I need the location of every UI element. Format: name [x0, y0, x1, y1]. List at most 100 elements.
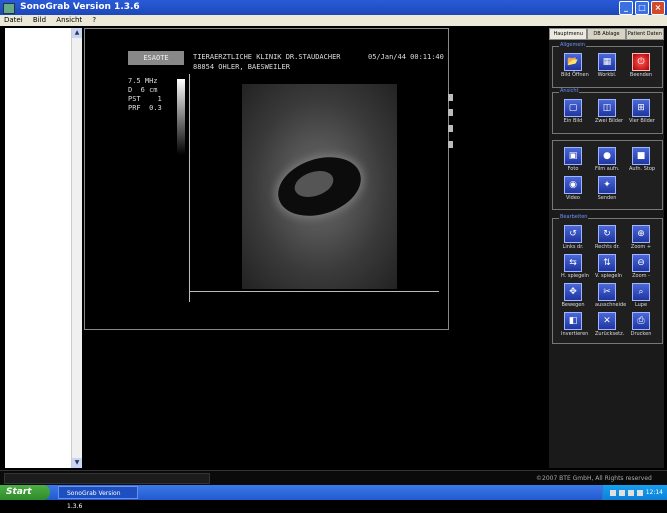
ultrasound-viewer[interactable]: ESAOTE TIERAERZTLICHE KLINIK DR.STAUDACH…	[84, 28, 453, 330]
button-label: Zoom -	[632, 273, 650, 279]
button-label: H. spiegeln	[561, 273, 589, 279]
minimize-button[interactable]: _	[619, 1, 633, 15]
stop-button[interactable]: ■ Aufn. Stop	[629, 147, 656, 173]
quad-view-button[interactable]: ⊞ Vier Bilder	[629, 99, 655, 125]
maximize-button[interactable]: □	[635, 1, 649, 15]
video-button[interactable]: ◉ Video	[561, 176, 585, 202]
tab-patient-daten[interactable]: Patient Daten	[625, 28, 664, 40]
camera-icon: ▣	[564, 147, 582, 165]
move-icon: ✥	[564, 283, 582, 301]
button-label: Workbl.	[597, 72, 617, 78]
group-allgemein: Allgemein 📂 Bild Öffnen ▦ Workbl. ⏻ Beenden	[552, 42, 663, 88]
zoom-out-icon: ⊖	[632, 254, 650, 272]
single-view-button[interactable]: ▢ Ein Bild	[561, 99, 585, 125]
tab-db-ablage[interactable]: DB Ablage	[587, 28, 626, 40]
focus-marker	[448, 141, 453, 148]
tray-icon[interactable]	[627, 489, 634, 496]
image-list-panel[interactable]	[5, 28, 76, 468]
invert-icon: ◧	[564, 312, 582, 330]
print-button[interactable]: ⎙ Drucken	[629, 312, 653, 338]
scroll-up-icon[interactable]: ▲	[72, 28, 82, 38]
button-label: Links dr.	[562, 244, 584, 250]
magnifier-button[interactable]: ⌕ Lupe	[629, 283, 653, 309]
clinic-line-1: TIERAERZTLICHE KLINIK DR.STAUDACHER	[193, 53, 341, 61]
grid-button[interactable]: ▦ Workbl.	[595, 53, 619, 79]
title-bar: SonoGrab Version 1.3.6 _ □ ×	[0, 0, 667, 15]
scan-param-prf: PRF 0.3	[128, 104, 162, 112]
menu-bild[interactable]: Bild	[33, 16, 46, 24]
rotate-right-button[interactable]: ↻ Rechts dr.	[595, 225, 620, 251]
button-label: Zurücksetz.	[595, 331, 625, 337]
button-label: Ein Bild	[563, 118, 583, 124]
folder-open-icon: 📂	[564, 53, 582, 71]
folder-open-button[interactable]: 📂 Bild Öffnen	[561, 53, 589, 79]
depth-axis	[189, 74, 190, 302]
button-label: Invertieren	[561, 331, 589, 337]
power-button[interactable]: ⏻ Beenden	[629, 53, 653, 79]
scroll-down-icon[interactable]: ▼	[72, 458, 82, 468]
camera-button[interactable]: ▣ Foto	[561, 147, 585, 173]
zoom-in-button[interactable]: ⊕ Zoom +	[629, 225, 653, 251]
send-icon: ✦	[598, 176, 616, 194]
button-label: Film aufn.	[595, 166, 620, 172]
menu-datei[interactable]: Datei	[4, 16, 23, 24]
record-button[interactable]: ● Film aufn.	[595, 147, 620, 173]
close-button[interactable]: ×	[651, 1, 665, 15]
group-bearbeiten: Bearbeiten ↺ Links dr. ↻ Rechts dr. ⊕ Zoom + ⇆…	[552, 214, 663, 344]
tray-icon[interactable]	[610, 489, 617, 496]
group-ansicht: Ansicht ▢ Ein Bild ◫ Zwei Bilder ⊞ Vier Bilde…	[552, 88, 663, 134]
group-title: Ansicht	[559, 88, 580, 94]
clinic-line-2: 88854 OHLER, BAESWEILER	[193, 63, 290, 71]
button-label: Vier Bilder	[629, 118, 655, 124]
video-icon: ◉	[564, 176, 582, 194]
list-scrollbar[interactable]: ▲ ▼	[71, 28, 82, 468]
menu-bar: Datei Bild Ansicht ?	[0, 15, 667, 26]
mirror-v-button[interactable]: ⇅ V. spiegeln	[595, 254, 623, 280]
dual-view-button[interactable]: ◫ Zwei Bilder	[595, 99, 623, 125]
tab-hauptmenu[interactable]: Hauptmenu	[549, 28, 588, 40]
magnifier-icon: ⌕	[632, 283, 650, 301]
quad-view-icon: ⊞	[632, 99, 650, 117]
button-label: ausschneide	[595, 302, 627, 308]
send-button[interactable]: ✦ Senden	[595, 176, 619, 202]
menu-ansicht[interactable]: Ansicht	[56, 16, 82, 24]
scan-param-pst: PST 1	[128, 95, 162, 103]
button-label: Lupe	[634, 302, 648, 308]
button-label: Aufn. Stop	[629, 166, 656, 172]
start-button[interactable]: Start	[0, 485, 50, 500]
ultrasound-image	[242, 84, 397, 289]
menu-help[interactable]: ?	[92, 16, 96, 24]
zoom-in-icon: ⊕	[632, 225, 650, 243]
scan-datetime: 05/Jan/44 00:11:40	[368, 53, 444, 61]
scan-param-depth: D 6 cm	[128, 86, 158, 94]
focus-marker	[448, 109, 453, 116]
power-icon: ⏻	[632, 53, 650, 71]
mirror-v-icon: ⇅	[598, 254, 616, 272]
tray-icon[interactable]	[618, 489, 625, 496]
taskbar-item-sonograb[interactable]: SonoGrab Version 1.3.6	[58, 486, 138, 510]
button-label: Zoom +	[630, 244, 652, 250]
group-title: Allgemein	[559, 42, 586, 48]
button-label: V. spiegeln	[595, 273, 623, 279]
clock: 12:14	[645, 489, 663, 496]
grayscale-bar	[177, 79, 185, 155]
group-title: Bearbeiten	[559, 214, 589, 220]
scissors-button[interactable]: ✂ ausschneide	[595, 283, 627, 309]
dual-view-icon: ◫	[598, 99, 616, 117]
rotate-right-icon: ↻	[598, 225, 616, 243]
move-button[interactable]: ✥ Bewegen	[561, 283, 585, 309]
control-panel: Hauptmenu DB Ablage Patient Daten Allgem…	[549, 28, 664, 468]
width-axis	[189, 291, 439, 292]
copyright-text: ©2007 BTE GmbH, All Rights reserved	[536, 475, 652, 482]
rotate-left-button[interactable]: ↺ Links dr.	[561, 225, 585, 251]
status-field	[4, 473, 210, 484]
taskbar: Start SonoGrab Version 1.3.6 12:14	[0, 485, 667, 510]
zoom-out-button[interactable]: ⊖ Zoom -	[629, 254, 653, 280]
button-label: Bild Öffnen	[561, 72, 589, 78]
mirror-h-button[interactable]: ⇆ H. spiegeln	[561, 254, 589, 280]
tray-icon[interactable]	[636, 489, 643, 496]
focus-marker	[448, 94, 453, 101]
button-label: Bewegen	[561, 302, 585, 308]
reset-button[interactable]: ✕ Zurücksetz.	[595, 312, 625, 338]
invert-button[interactable]: ◧ Invertieren	[561, 312, 589, 338]
